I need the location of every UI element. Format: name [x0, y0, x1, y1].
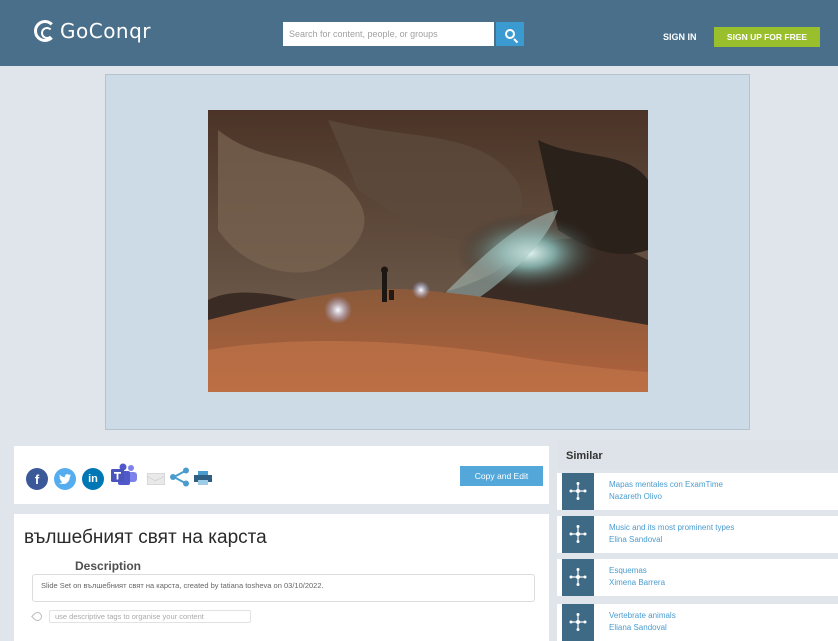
resource-title: вълшебният свят на карста: [24, 527, 267, 548]
similar-item-author[interactable]: Elina Sandoval: [609, 535, 662, 544]
description-label: Description: [69, 559, 148, 573]
top-navbar: GoConqr SIGN IN SIGN UP FOR FREE: [0, 0, 838, 66]
slide-image-cave: [208, 110, 648, 392]
teams-icon[interactable]: [110, 463, 138, 487]
tag-icon: [31, 610, 44, 623]
goconqr-logo-icon: [34, 20, 56, 42]
search-icon: [505, 29, 515, 39]
sign-in-link[interactable]: SIGN IN: [663, 32, 697, 42]
mind-map-thumbnail-icon: [562, 559, 594, 596]
linkedin-icon[interactable]: in: [82, 468, 104, 490]
mind-map-thumbnail-icon: [562, 516, 594, 553]
similar-item[interactable]: Vertebrate animals Eliana Sandoval: [557, 604, 838, 641]
similar-item-title[interactable]: Vertebrate animals: [609, 611, 676, 620]
print-icon[interactable]: [194, 471, 212, 485]
copy-and-edit-button[interactable]: Copy and Edit: [460, 466, 543, 486]
twitter-icon[interactable]: [54, 468, 76, 490]
logo-text: GoConqr: [60, 19, 152, 43]
facebook-icon[interactable]: f: [26, 468, 48, 490]
share-icon[interactable]: [169, 467, 191, 487]
resource-info-card: вълшебният свят на карста Description Sl…: [14, 514, 549, 641]
similar-item[interactable]: Mapas mentales con ExamTime Nazareth Oli…: [557, 473, 838, 510]
mind-map-thumbnail-icon: [562, 604, 594, 641]
similar-item-author[interactable]: Eliana Sandoval: [609, 623, 667, 632]
search-button[interactable]: [496, 22, 524, 46]
description-text: Slide Set on вълшебният свят на карста, …: [41, 581, 324, 590]
similar-heading: Similar: [566, 450, 603, 462]
tags-input[interactable]: use descriptive tags to organise your co…: [49, 610, 251, 623]
share-toolbar: f in Copy and Edit: [14, 446, 549, 504]
similar-item-title[interactable]: Esquemas: [609, 566, 647, 575]
similar-item[interactable]: Music and its most prominent types Elina…: [557, 516, 838, 553]
similar-item[interactable]: Esquemas Ximena Barrera: [557, 559, 838, 596]
similar-item-title[interactable]: Mapas mentales con ExamTime: [609, 480, 723, 489]
goconqr-logo[interactable]: GoConqr: [34, 19, 151, 43]
sign-up-button[interactable]: SIGN UP FOR FREE: [714, 27, 820, 47]
mind-map-thumbnail-icon: [562, 473, 594, 510]
similar-item-author[interactable]: Nazareth Olivo: [609, 492, 662, 501]
similar-item-title[interactable]: Music and its most prominent types: [609, 523, 734, 532]
similar-item-author[interactable]: Ximena Barrera: [609, 578, 665, 587]
email-icon[interactable]: [147, 473, 165, 485]
search-input[interactable]: [283, 22, 494, 46]
